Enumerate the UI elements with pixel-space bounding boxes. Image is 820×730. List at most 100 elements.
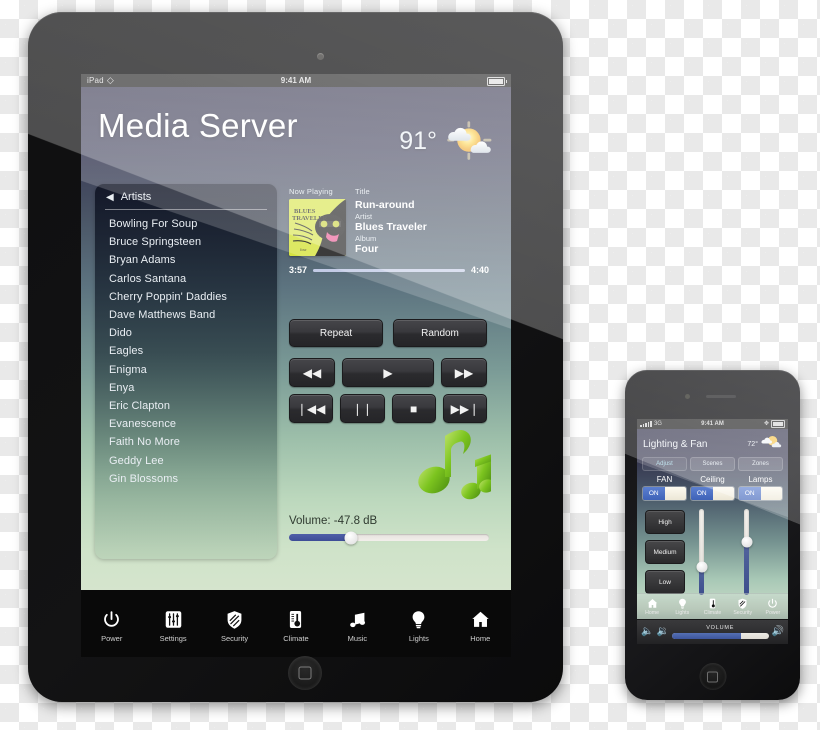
album-art-line3: four (300, 247, 307, 252)
volume-slider-group[interactable]: VOLUME (671, 625, 769, 639)
track-artist-value: Blues Traveler (355, 221, 427, 233)
album-art[interactable]: BLUES TRAVELER four (289, 199, 346, 256)
toggle-knob[interactable] (664, 487, 686, 500)
list-item[interactable]: Eagles (95, 342, 277, 360)
nav-item-home[interactable]: Home (450, 590, 511, 657)
fan-speed-low-button[interactable]: Low (645, 570, 685, 594)
list-item[interactable]: Bruce Springsteen (95, 233, 277, 251)
progress-row[interactable]: 3:57 4:40 (289, 265, 489, 275)
iphone-status-right: ✥ (764, 419, 785, 429)
volume-slider-thumb[interactable] (344, 531, 358, 544)
repeat-button[interactable]: Repeat (289, 319, 383, 347)
fan-speed-medium-button[interactable]: Medium (645, 540, 685, 564)
random-button[interactable]: Random (393, 319, 487, 347)
music-note-icon (348, 607, 367, 629)
nav-item-lights[interactable]: Lights (667, 598, 697, 616)
previous-track-button[interactable]: ❘◀◀ (289, 394, 334, 423)
volume-label: VOLUME (706, 625, 735, 631)
nav-item-settings[interactable]: Settings (142, 590, 203, 657)
nav-label: Power (765, 610, 781, 616)
list-item[interactable]: Bryan Adams (95, 251, 277, 269)
list-item[interactable]: Faith No More (95, 433, 277, 451)
list-item[interactable]: Geddy Lee (95, 451, 277, 469)
house-icon (471, 607, 490, 629)
ceiling-slider[interactable] (696, 509, 707, 595)
next-track-button[interactable]: ▶▶❘ (442, 394, 487, 423)
nav-item-climate[interactable]: Climate (265, 590, 326, 657)
list-item[interactable]: Bowling For Soup (95, 215, 277, 233)
speaker-mute-icon[interactable]: 🔈 (641, 627, 653, 637)
zone-label: Ceiling (700, 475, 725, 484)
nav-item-lights[interactable]: Lights (388, 590, 449, 657)
list-item[interactable]: Carlos Santana (95, 270, 277, 288)
speaker-high-icon[interactable]: 🔊 (772, 627, 784, 637)
thermometer-icon (707, 598, 718, 609)
lamps-toggle[interactable]: ON (738, 486, 783, 501)
pause-button[interactable]: ❘❘ (340, 394, 385, 423)
volume-slider-track[interactable] (289, 531, 489, 544)
page-title: Media Server (98, 107, 298, 144)
artists-header[interactable]: ◀ Artists (95, 184, 277, 209)
stop-button[interactable]: ■ (391, 394, 436, 423)
artists-list[interactable]: Bowling For Soup Bruce Springsteen Bryan… (95, 210, 277, 488)
ipad-front-camera-icon (317, 53, 324, 60)
nav-item-home[interactable]: Home (637, 598, 667, 616)
sliders-icon (164, 607, 183, 629)
list-item[interactable]: Evanescence (95, 415, 277, 433)
list-item[interactable]: Enigma (95, 361, 277, 379)
fan-toggle[interactable]: ON (642, 486, 687, 501)
nav-item-climate[interactable]: Climate (697, 598, 727, 616)
volume-slider-track[interactable] (671, 633, 769, 639)
volume-control[interactable]: Volume: -47.8 dB (289, 515, 489, 544)
lamps-slider[interactable] (741, 509, 752, 595)
power-icon (102, 607, 121, 629)
ceiling-slider-thumb[interactable] (696, 561, 707, 573)
iphone-status-bar: 3G 9:41 AM ✥ (637, 419, 788, 429)
nav-item-music[interactable]: Music (327, 590, 388, 657)
nav-label: Home (645, 610, 660, 616)
list-item[interactable]: Enya (95, 379, 277, 397)
fan-speed-high-button[interactable]: High (645, 510, 685, 534)
progress-bar[interactable] (313, 268, 465, 272)
tab-zones[interactable]: Zones (738, 457, 783, 471)
track-metadata: Run-around Artist Blues Traveler Album F… (355, 199, 489, 256)
ipad-home-button[interactable] (288, 656, 322, 690)
fast-forward-button[interactable]: ▶▶ (441, 358, 487, 387)
tab-adjust[interactable]: Adjust (642, 457, 687, 471)
artists-panel[interactable]: ◀ Artists Bowling For Soup Bruce Springs… (95, 184, 277, 559)
ipad-screen: iPad ◇ 9:41 AM Media Server 91° ◀ Artist… (81, 74, 511, 657)
list-item[interactable]: Cherry Poppin' Daddies (95, 288, 277, 306)
duration-time: 4:40 (470, 265, 489, 275)
tab-scenes[interactable]: Scenes (690, 457, 735, 471)
nav-item-power[interactable]: Power (81, 590, 142, 657)
iphone-header: Lighting & Fan 72° (637, 429, 788, 457)
ipad-device: iPad ◇ 9:41 AM Media Server 91° ◀ Artist… (28, 12, 563, 702)
list-item[interactable]: Eric Clapton (95, 397, 277, 415)
list-item[interactable]: Gin Blossoms (95, 470, 277, 488)
artists-title: Artists (120, 191, 152, 203)
zone-label: FAN (656, 475, 673, 484)
nav-item-security[interactable]: Security (728, 598, 758, 616)
nav-item-power[interactable]: Power (758, 598, 788, 616)
list-item[interactable]: Dave Matthews Band (95, 306, 277, 324)
weather-widget: 91° (399, 121, 495, 161)
now-playing-panel: Now Playing Title BLUES TRAVELER four Ru… (289, 187, 489, 275)
nav-item-security[interactable]: Security (204, 590, 265, 657)
back-triangle-icon[interactable]: ◀ (106, 192, 114, 203)
iphone-screen: 3G 9:41 AM ✥ Lighting & Fan 72° Adjust S… (637, 419, 788, 644)
ceiling-toggle[interactable]: ON (690, 486, 735, 501)
fan-speed-buttons: High Medium Low (645, 510, 685, 600)
toggle-knob[interactable] (760, 487, 782, 500)
toggle-knob[interactable] (712, 487, 734, 500)
list-item[interactable]: Dido (95, 324, 277, 342)
play-button[interactable]: ▶ (342, 358, 434, 387)
nav-label: Lights (408, 634, 429, 643)
power-icon (767, 598, 778, 609)
iphone-home-button[interactable] (699, 663, 726, 690)
rewind-button[interactable]: ◀◀ (289, 358, 335, 387)
nav-label: Music (347, 634, 368, 643)
lamps-slider-thumb[interactable] (741, 536, 752, 548)
ipad-clock: 9:41 AM (280, 76, 312, 85)
iphone-earpiece-speaker (705, 395, 736, 398)
speaker-low-icon[interactable]: 🔉 (656, 627, 668, 637)
